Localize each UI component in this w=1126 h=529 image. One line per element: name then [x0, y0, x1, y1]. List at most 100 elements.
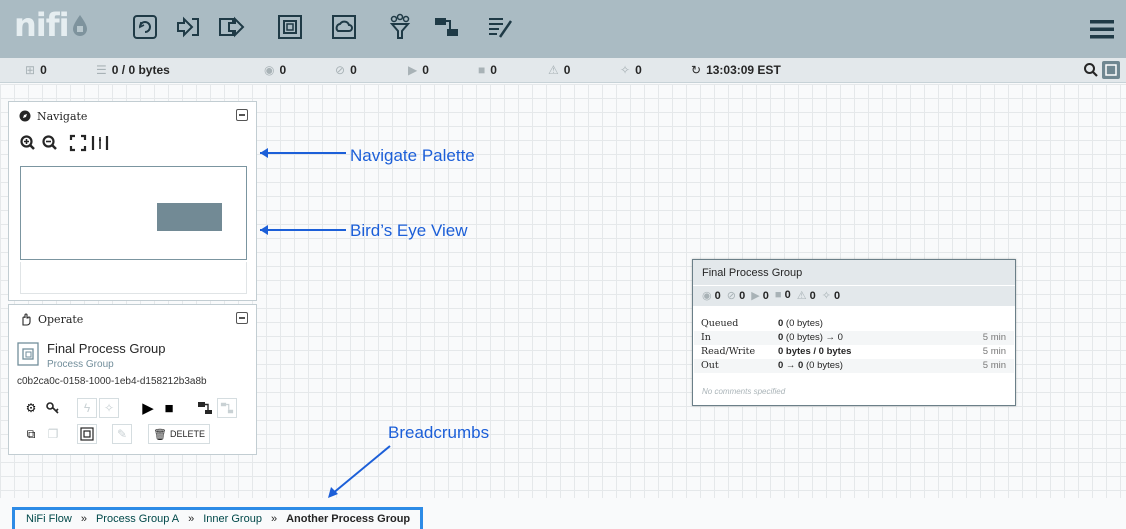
not-transmitting-icon: ⊘	[726, 290, 737, 302]
create-template-button[interactable]	[195, 398, 215, 418]
operate-header: Operate	[9, 305, 256, 333]
birds-eye-arrow	[260, 225, 346, 235]
disable-button[interactable]: ✧	[99, 398, 119, 418]
lightning-icon: ϟ	[83, 401, 91, 415]
breadcrumb-item[interactable]: Inner Group	[203, 513, 262, 525]
component-id: c0b2ca0c-0158-1000-1eb4-d158212b3a8b	[17, 376, 207, 387]
group-button[interactable]	[77, 424, 97, 444]
row-value-rest: (0 bytes)	[783, 318, 823, 329]
copy-button[interactable]: ⧉	[21, 424, 41, 444]
row-label: Out	[701, 360, 719, 371]
bulletin-icon	[1105, 64, 1117, 76]
process-group-icon[interactable]	[276, 13, 304, 41]
upload-template-button[interactable]	[217, 398, 237, 418]
compass-icon	[19, 110, 31, 122]
zoom-out-icon[interactable]	[41, 134, 59, 152]
process-group-icon	[17, 342, 39, 366]
header-toolbar: nifi	[0, 0, 1126, 62]
input-port-icon[interactable]	[174, 13, 202, 41]
refresh-icon[interactable]: ↻	[691, 63, 701, 77]
transmitting-count: 0	[279, 63, 287, 77]
enable-button[interactable]: ϟ	[77, 398, 97, 418]
stopped-count: 0	[490, 63, 497, 77]
breadcrumb-current: Another Process Group	[286, 513, 411, 525]
warning-icon: ⚠	[796, 290, 807, 302]
disabled-icon: ✧	[821, 290, 831, 302]
paste-button[interactable]: ❐	[43, 424, 63, 444]
delete-button[interactable]: 🗑 DELETE	[148, 424, 210, 444]
label-icon[interactable]	[486, 13, 514, 41]
navigate-palette-annotation: Navigate Palette	[350, 146, 475, 165]
not-transmitting-stat: ⊘ 0	[335, 63, 357, 77]
upload-template-icon	[220, 402, 234, 414]
process-group-stats-table: Queued 0 (0 bytes) In 0 (0 bytes) → 0 5 …	[694, 317, 1014, 373]
refresh-stat[interactable]: ↻ 13:03:09 EST	[691, 63, 781, 77]
running-icon: ▶	[408, 63, 418, 77]
breadcrumb-item[interactable]: NiFi Flow	[26, 513, 72, 525]
search-icon[interactable]	[1082, 61, 1100, 79]
status-bar: ⊞ 0 ☰ 0 / 0 bytes ◉ 0 ⊘ 0 ▶ 0 ■ 0 ⚠ 0 ✧ …	[0, 58, 1126, 83]
refresh-time: 13:03:09 EST	[706, 63, 781, 77]
disabled-stat: ✧ 0	[620, 63, 642, 77]
breadcrumb-separator: »	[270, 513, 278, 525]
row-value: 0 (0 bytes)	[778, 318, 823, 329]
delete-label: DELETE	[169, 429, 205, 439]
birdseye-footer	[20, 262, 247, 294]
minimize-operate-icon[interactable]	[236, 312, 248, 324]
stopped-icon: ■	[774, 289, 782, 301]
zoom-in-icon[interactable]	[19, 134, 37, 152]
queued-value: 0 / 0 bytes	[111, 63, 170, 77]
invalid-count: 0	[809, 290, 816, 302]
invalid-stat: ⚠ 0	[548, 63, 570, 77]
start-button[interactable]: ▶	[138, 398, 158, 418]
disabled-count: 0	[834, 290, 841, 302]
threads-icon: ⊞	[25, 63, 36, 77]
row-time: 5 min	[982, 346, 1006, 357]
process-group-title: Final Process Group	[693, 260, 1015, 285]
breadcrumb-separator: »	[80, 513, 87, 525]
disabled-stat: ✧ 0	[822, 289, 840, 306]
processor-icon[interactable]	[131, 13, 159, 41]
minimize-navigate-icon[interactable]	[236, 109, 248, 121]
hamburger-icon[interactable]	[1090, 19, 1114, 39]
row-value: 0 (0 bytes) → 0	[778, 332, 843, 343]
row-label: Queued	[701, 318, 739, 329]
birdseye-process-group	[157, 203, 222, 231]
access-policies-button[interactable]	[43, 398, 63, 418]
configure-button[interactable]: ⚙	[21, 398, 41, 418]
component-name: Final Process Group	[47, 341, 166, 356]
funnel-icon[interactable]	[386, 13, 414, 41]
stats-row-queued: Queued 0 (0 bytes)	[694, 317, 1014, 331]
row-value-bold: 0 → 0	[778, 360, 804, 371]
navigate-header: Navigate	[9, 102, 256, 130]
navigate-tools	[9, 130, 256, 156]
stats-row-read-write: Read/Write 0 bytes / 0 bytes 5 min	[694, 345, 1014, 359]
not-transmitting-stat: ⊘ 0	[727, 289, 745, 306]
not-transmitting-count: 0	[350, 63, 357, 77]
breadcrumb: NiFi Flow » Process Group A » Inner Grou…	[26, 513, 410, 525]
copy-icon: ⧉	[26, 426, 36, 441]
template-icon[interactable]	[432, 13, 460, 41]
warning-icon: ⚠	[548, 63, 559, 77]
process-group-component[interactable]: Final Process Group ◉ 0 ⊘ 0 ▶ 0 ■ 0 ⚠ 0 …	[692, 259, 1016, 406]
paste-icon: ❐	[47, 427, 59, 441]
row-time: 5 min	[982, 360, 1006, 371]
process-group-stats: ◉ 0 ⊘ 0 ▶ 0 ■ 0 ⚠ 0 ✧ 0	[693, 285, 1015, 306]
stop-icon: ■	[164, 399, 174, 417]
color-button[interactable]: ✎	[112, 424, 132, 444]
running-count: 0	[762, 290, 769, 302]
bulletin-board-button[interactable]	[1102, 61, 1120, 79]
active-threads-stat: ⊞ 0	[25, 63, 47, 77]
breadcrumb-item[interactable]: Process Group A	[96, 513, 179, 525]
component-type: Process Group	[47, 359, 114, 370]
birdseye-view[interactable]	[20, 166, 247, 260]
actual-size-icon[interactable]	[91, 134, 109, 152]
output-port-icon[interactable]	[217, 13, 245, 41]
row-time: 5 min	[982, 332, 1006, 343]
template-icon	[198, 402, 212, 414]
transmitting-icon: ◉	[702, 290, 712, 302]
stop-button[interactable]: ■	[159, 398, 179, 418]
remote-process-group-icon[interactable]	[330, 13, 358, 41]
running-stat: ▶ 0	[751, 289, 769, 306]
fit-icon[interactable]	[69, 134, 87, 152]
